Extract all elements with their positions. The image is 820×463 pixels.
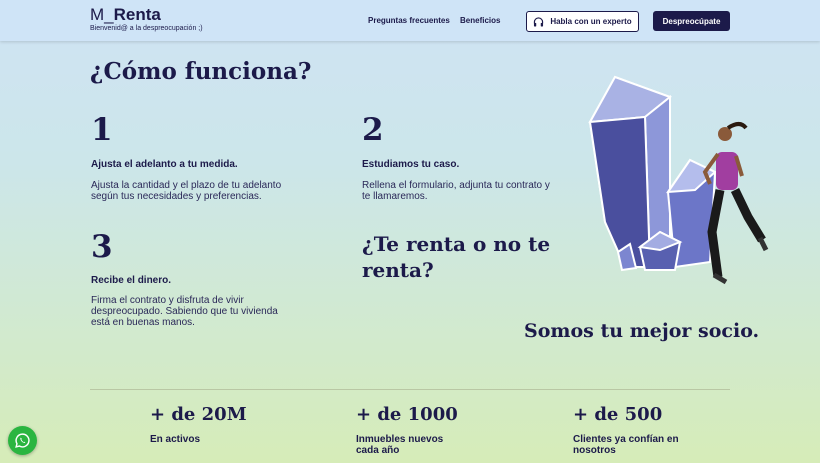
- logo-m: M_: [90, 5, 114, 24]
- stat-2-value: + de 1000: [356, 404, 458, 425]
- best-partner-heading: Somos tu mejor socio.: [524, 320, 760, 342]
- step-1-number: 1: [91, 112, 113, 148]
- top-navbar: M_Renta Bienvenid@ a la despreocupación …: [0, 0, 820, 41]
- whatsapp-chat-button[interactable]: [8, 426, 37, 455]
- crystal-runner-illustration: [588, 75, 769, 285]
- renta-question-heading: ¿Te renta o no te renta?: [362, 232, 551, 282]
- stat-2-label: Inmuebles nuevos cada año: [356, 434, 444, 456]
- logo-renta: Renta: [113, 5, 161, 24]
- despreocupate-button[interactable]: Despreocúpate: [653, 11, 730, 31]
- stat-1-value: + de 20M: [150, 404, 247, 425]
- stat-3-value: + de 500: [573, 404, 663, 425]
- talk-to-expert-label: Habla con un experto: [550, 17, 632, 26]
- headphones-icon: [534, 16, 544, 27]
- stat-3-label: Clientes ya confían en nosotros: [573, 434, 679, 456]
- step-1-desc: Ajusta la cantidad y el plazo de tu adel…: [91, 180, 282, 202]
- step-2-title: Estudiamos tu caso.: [362, 159, 460, 170]
- step-3-title: Recibe el dinero.: [91, 275, 172, 286]
- nav-benefits-link[interactable]: Beneficios: [460, 16, 500, 25]
- logo-title: M_Renta: [90, 5, 203, 24]
- step-2-desc: Rellena el formulario, adjunta tu contra…: [362, 180, 550, 202]
- step-2-number: 2: [362, 112, 384, 148]
- step-1-title: Ajusta el adelanto a tu medida.: [91, 159, 238, 170]
- logo[interactable]: M_Renta Bienvenid@ a la despreocupación …: [90, 5, 203, 32]
- logo-tagline: Bienvenid@ a la despreocupación ;): [90, 25, 203, 32]
- section-divider: [90, 389, 730, 390]
- step-3-number: 3: [91, 229, 113, 265]
- section-title: ¿Cómo funciona?: [90, 58, 312, 85]
- runner-figure: [702, 122, 769, 285]
- nav-faq-link[interactable]: Preguntas frecuentes: [368, 16, 450, 25]
- step-3-desc: Firma el contrato y disfruta de vivir de…: [91, 295, 278, 328]
- talk-to-expert-button[interactable]: Habla con un experto: [526, 11, 639, 32]
- stat-1-label: En activos: [150, 434, 201, 445]
- whatsapp-icon: [15, 433, 30, 448]
